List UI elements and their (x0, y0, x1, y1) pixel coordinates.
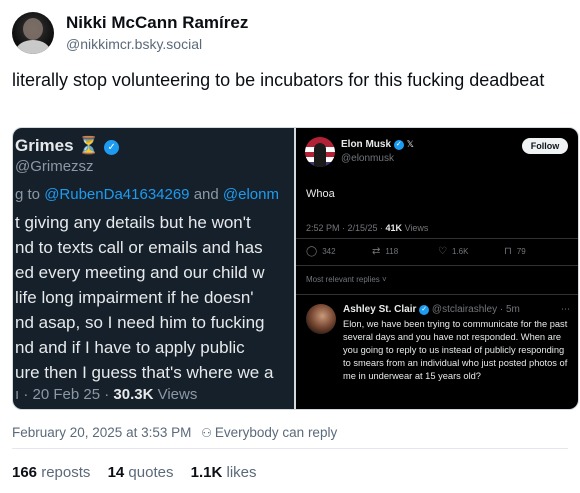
elon-name: Elon Musk ✓ 𝕏 (341, 139, 414, 150)
elon-views-label: Views (402, 223, 429, 233)
post-timestamp[interactable]: February 20, 2025 at 3:53 PM (12, 425, 191, 440)
elon-tweet-text: Whoa (306, 188, 335, 200)
reply-setting: Everybody can reply (214, 425, 338, 440)
author-handle[interactable]: @nikkimcr.bsky.social (66, 34, 248, 54)
bookmark-action: ⊓ 79 (504, 246, 570, 257)
elon-handle: @elonmusk (341, 153, 394, 164)
grimes-line: ure then I guess that's where we a (15, 363, 274, 382)
verified-badge-icon: ✓ (419, 305, 430, 315)
reply-icon: ◯ (306, 246, 318, 257)
elon-time: 2:52 PM · 2/15/25 · (306, 223, 386, 233)
embedded-image-elon[interactable]: Elon Musk ✓ 𝕏 @elonmusk Follow Whoa 2:52… (296, 128, 578, 409)
grimes-tweet-body: t giving any details but he won't nd to … (15, 210, 273, 385)
author-avatar[interactable] (12, 12, 54, 54)
grimes-meta: ı · 20 Feb 25 · 30.3K Views (15, 386, 197, 403)
elon-meta: 2:52 PM · 2/15/25 · 41K Views (306, 223, 428, 233)
reposts-stat[interactable]: 166 reposts (12, 464, 90, 481)
quotes-count: 14 (107, 464, 125, 481)
verified-badge-icon: ✓ (104, 140, 120, 155)
x-logo-icon: 𝕏 (406, 139, 414, 149)
post-images: Grimes ⏳ ✓ @Grimezsz g to @RubenDa416342… (12, 127, 579, 410)
grimes-handle: @Grimezsz (15, 158, 94, 175)
ashley-header: Ashley St. Clair ✓ @stclairashley · 5m (343, 304, 520, 315)
ashley-avatar (306, 304, 336, 334)
people-icon: ⚇ (201, 426, 212, 440)
elon-name-text: Elon Musk (341, 139, 392, 150)
grimes-replying-to: g to @RubenDa41634269 and @elonm (15, 186, 279, 203)
divider (296, 238, 578, 239)
elon-action-bar: ◯ 342 ⇄ 118 ♡ 1.6K ⊓ 79 (306, 246, 571, 257)
like-icon: ♡ (438, 246, 447, 257)
like-action: ♡ 1.6K (438, 246, 504, 257)
grimes-date: ı · 20 Feb 25 · (15, 386, 114, 403)
repost-count: 118 (385, 247, 399, 256)
author-names: Nikki McCann Ramírez @nikkimcr.bsky.soci… (66, 12, 248, 54)
grimes-line: ed every meeting and our child w (15, 263, 265, 282)
elon-avatar (305, 137, 335, 167)
hourglass-icon: ⏳ (78, 136, 100, 155)
post-stats: 166 reposts 14 quotes 1.1K likes (12, 464, 270, 481)
author-display-name[interactable]: Nikki McCann Ramírez (66, 12, 248, 33)
ashley-handle-time: @stclairashley · 5m (431, 304, 520, 315)
mention-ruben: @RubenDa41634269 (44, 186, 190, 203)
reply-action: ◯ 342 (306, 246, 372, 257)
divider (12, 448, 568, 449)
grimes-line: nd to texts call or emails and has (15, 238, 263, 257)
more-options-icon: ⋯ (561, 304, 570, 314)
reply-prefix: g to (15, 186, 45, 203)
reply-and: and (189, 186, 223, 203)
repost-action: ⇄ 118 (372, 246, 438, 257)
reply-count: 342 (322, 247, 336, 256)
grimes-line: nd and if I have to apply public (15, 338, 245, 357)
grimes-views-label: Views (153, 386, 198, 403)
grimes-line: t giving any details but he won't (15, 213, 251, 232)
post-timestamp-row: February 20, 2025 at 3:53 PM ⚇ Everybody … (12, 425, 337, 440)
ashley-name: Ashley St. Clair (343, 304, 417, 315)
reposts-label: reposts (37, 464, 91, 481)
divider (296, 265, 578, 266)
divider (296, 294, 578, 295)
post-header: Nikki McCann Ramírez @nikkimcr.bsky.soci… (12, 12, 248, 54)
reposts-count: 166 (12, 464, 38, 481)
bookmark-count: 79 (516, 247, 526, 256)
quotes-stat[interactable]: 14 quotes (108, 464, 174, 481)
quotes-label: quotes (124, 464, 174, 481)
most-relevant-replies: Most relevant replies ˅ (306, 275, 387, 284)
elon-views-count: 41K (385, 223, 403, 233)
grimes-name: Grimes ⏳ ✓ (15, 136, 120, 156)
bookmark-icon: ⊓ (504, 246, 512, 257)
grimes-views-count: 30.3K (113, 386, 154, 403)
likes-count: 1.1K (190, 464, 223, 481)
likes-stat[interactable]: 1.1K likes (191, 464, 257, 481)
grimes-line: nd asap, so I need him to fucking (15, 313, 265, 332)
likes-label: likes (222, 464, 257, 481)
grimes-line: life long impairment if he doesn' (15, 288, 254, 307)
grimes-name-text: Grimes (15, 136, 74, 155)
repost-icon: ⇄ (372, 246, 381, 257)
post-text: literally stop volunteering to be incuba… (12, 70, 545, 90)
embedded-image-grimes[interactable]: Grimes ⏳ ✓ @Grimezsz g to @RubenDa416342… (13, 128, 294, 409)
follow-button: Follow (522, 138, 568, 154)
like-count: 1.6K (451, 247, 469, 256)
ashley-reply-text: Elon, we have been trying to communicate… (343, 319, 568, 381)
verified-badge-icon: ✓ (393, 140, 404, 150)
mention-elon: @elonm (222, 186, 279, 203)
